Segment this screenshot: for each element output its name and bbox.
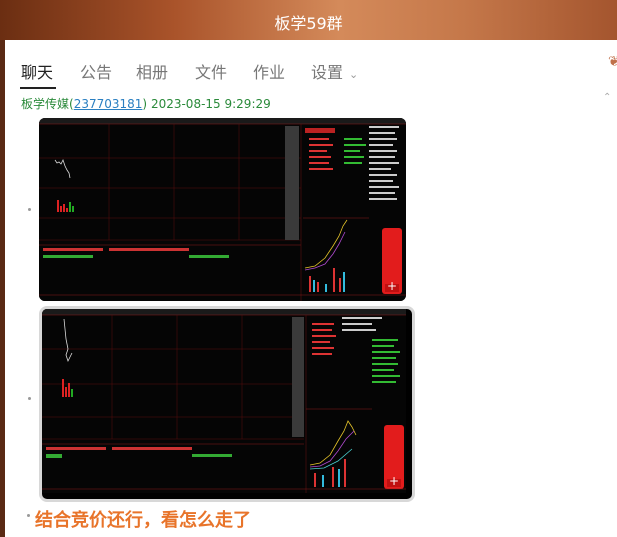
tab-settings-label: 设置 <box>311 63 344 82</box>
tab-album[interactable]: 相册 <box>136 59 168 83</box>
tab-files[interactable]: 文件 <box>195 59 227 83</box>
svg-text:+: + <box>389 474 399 488</box>
chat-panel: 聊天 公告 相册 文件 作业 设置 ⌄ ❦ ⌃ 板学传媒(237703181) 2… <box>5 40 617 537</box>
window-title: 板学59群 <box>274 14 343 33</box>
tab-homework[interactable]: 作业 <box>253 59 285 83</box>
stock-chart-graphic-1: + <box>39 118 406 301</box>
chevron-down-icon: ⌄ <box>349 68 359 81</box>
tab-chat[interactable]: 聊天 <box>21 59 53 83</box>
chevron-up-icon[interactable]: ⌃ <box>603 92 615 103</box>
list-bullet <box>28 208 31 211</box>
stock-chart-image-1[interactable]: + <box>39 118 406 301</box>
leaf-icon[interactable]: ❦ <box>608 54 617 72</box>
svg-text:+: + <box>387 279 397 293</box>
message-timestamp: 2023-08-15 9:29:29 <box>150 97 271 111</box>
title-bar: 板学59群 <box>0 0 617 40</box>
sender-id-link[interactable]: 237703181 <box>74 97 143 111</box>
tab-announcement[interactable]: 公告 <box>80 59 112 83</box>
message-header: 板学传媒(237703181) 2023-08-15 9:29:29 <box>21 95 271 112</box>
stock-chart-graphic-2: + <box>42 309 406 493</box>
stock-chart-image-2[interactable]: + <box>39 306 415 502</box>
tab-settings[interactable]: 设置 ⌄ <box>311 59 358 83</box>
active-tab-indicator <box>20 87 56 89</box>
tab-bar: 聊天 公告 相册 文件 作业 设置 ⌄ <box>5 40 617 92</box>
paren-close: ) <box>142 97 148 111</box>
message-caption: 结合竞价还行，看怎么走了 <box>35 510 251 531</box>
sender-name: 板学传媒 <box>21 97 70 111</box>
list-bullet <box>28 397 31 400</box>
list-bullet <box>27 514 30 517</box>
